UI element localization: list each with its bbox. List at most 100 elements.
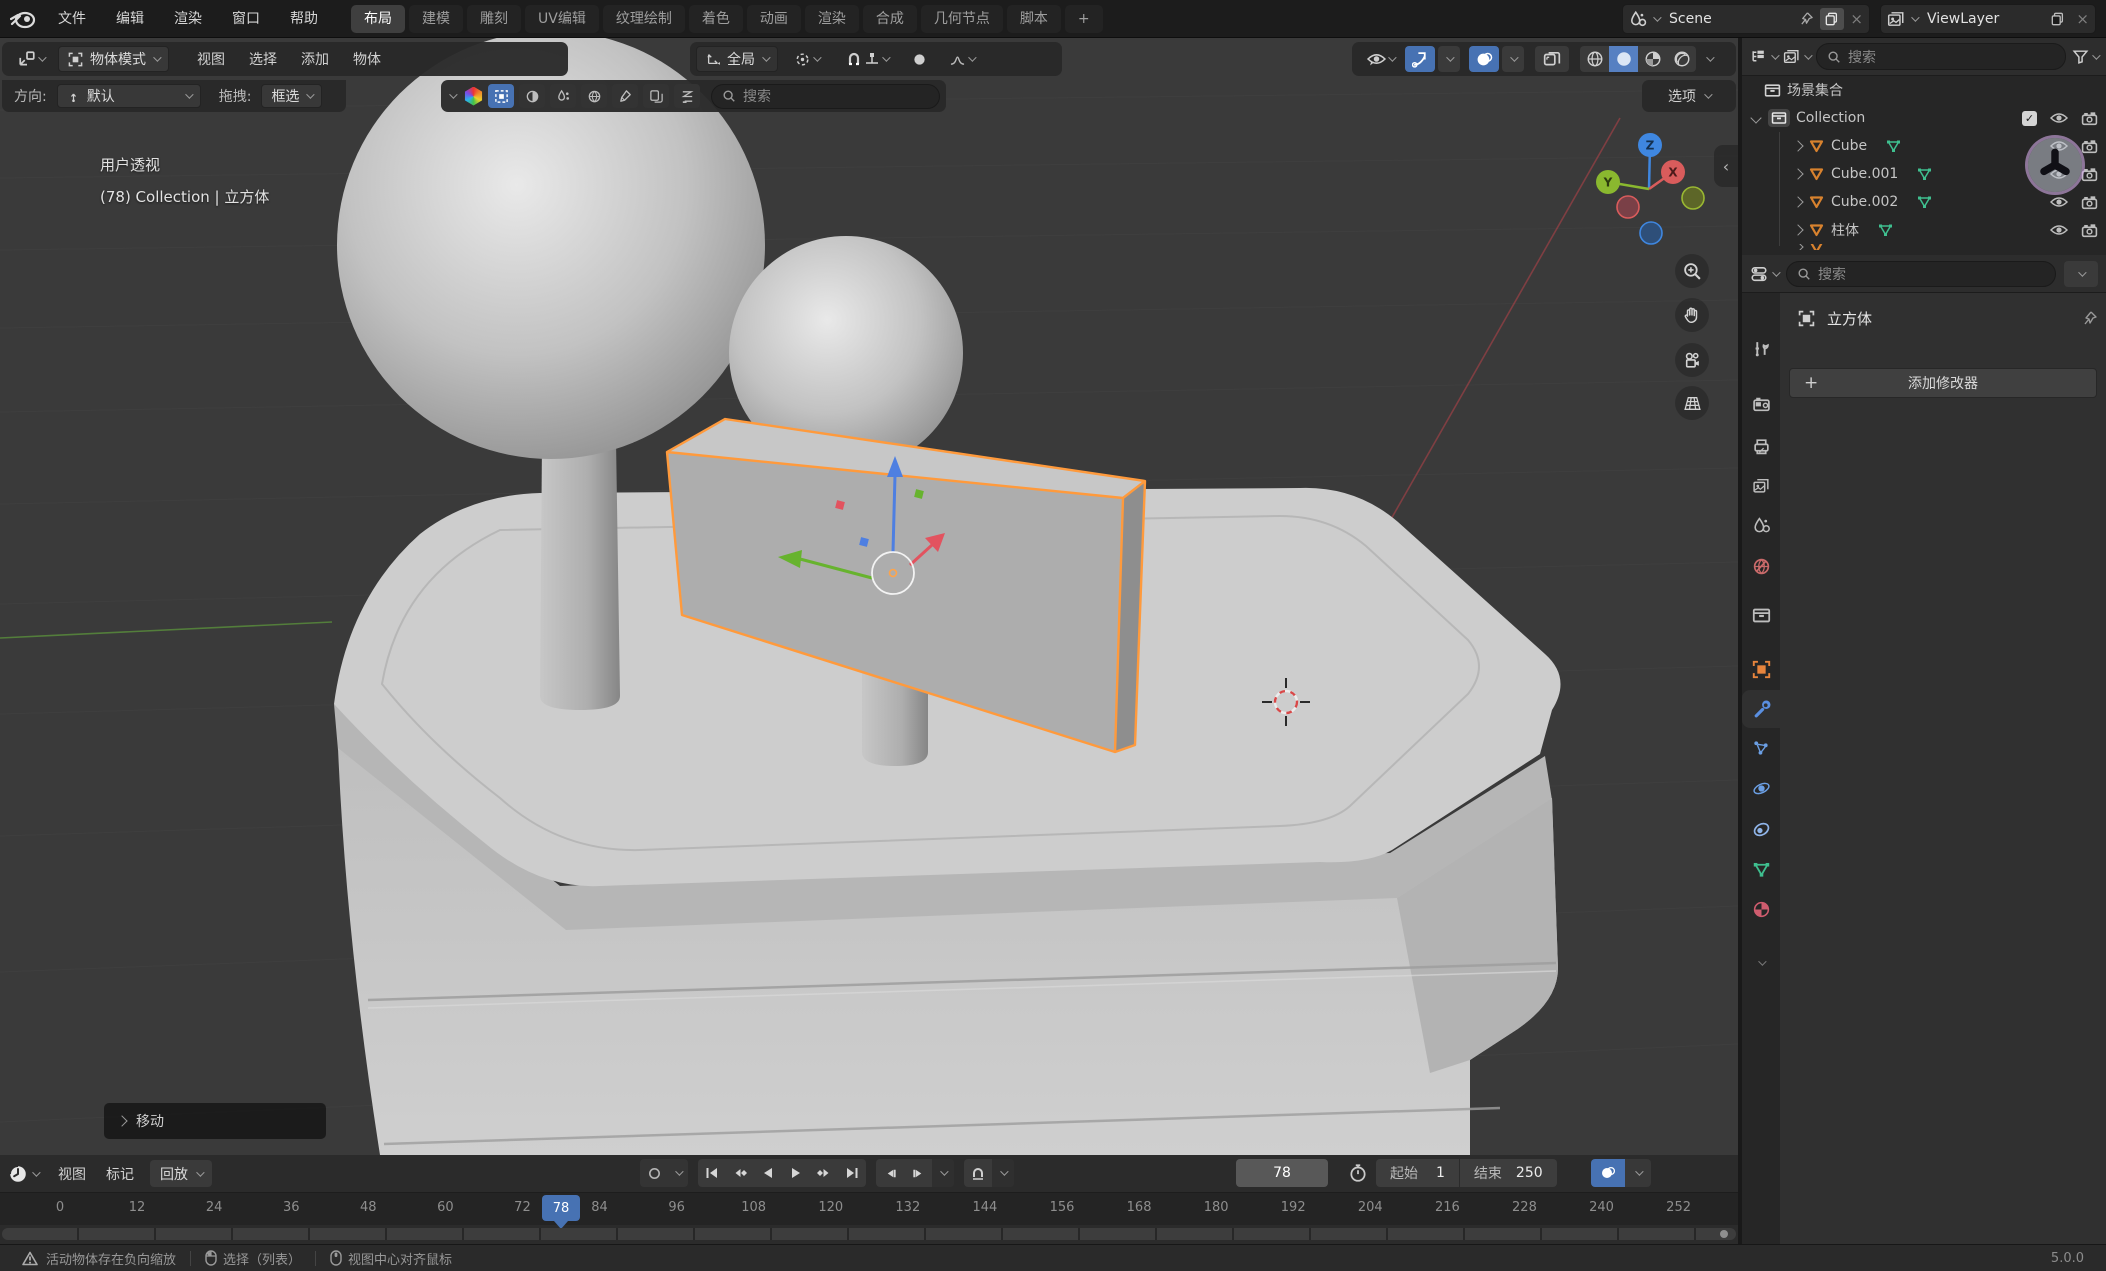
- duplicate-toggle[interactable]: [643, 84, 669, 108]
- expand-chevron-icon[interactable]: [1750, 112, 1761, 123]
- tab-animation[interactable]: 动画: [747, 5, 801, 33]
- tab-column-more-chevron[interactable]: [1742, 944, 1780, 982]
- timeline-editor-type-button[interactable]: [8, 1164, 38, 1184]
- expand-chevron-icon[interactable]: [1792, 140, 1803, 151]
- shading-solid-button[interactable]: [1609, 46, 1638, 72]
- outliner-filter-button[interactable]: [2072, 48, 2098, 65]
- tab-compositing[interactable]: 合成: [863, 5, 917, 33]
- camera-render-icon[interactable]: [2081, 111, 2098, 126]
- menu-add[interactable]: 添加: [291, 49, 339, 69]
- new-scene-button[interactable]: [1820, 8, 1844, 30]
- menu-edit[interactable]: 编辑: [102, 0, 158, 38]
- tab-output[interactable]: [1742, 427, 1780, 465]
- expand-chevron-icon[interactable]: [1792, 224, 1803, 235]
- outliner-row-scene-collection[interactable]: 场景集合: [1742, 76, 2106, 104]
- tab-world[interactable]: [1742, 547, 1780, 585]
- tab-sculpting[interactable]: 雕刻: [467, 5, 521, 33]
- timeline-ruler[interactable]: 0122436486072849610812013214415616818019…: [0, 1192, 1738, 1225]
- tab-scripting[interactable]: 脚本: [1007, 5, 1061, 33]
- timeline-overlay-dropdown[interactable]: [1625, 1159, 1651, 1187]
- operator-panel[interactable]: 移动: [104, 1103, 326, 1139]
- playhead[interactable]: 78: [542, 1195, 580, 1221]
- keying-set-dropdown[interactable]: [668, 1159, 688, 1187]
- tab-object-data[interactable]: [1742, 850, 1780, 888]
- tool-header-collapse-icon[interactable]: [449, 90, 457, 98]
- new-viewlayer-button[interactable]: [2046, 8, 2070, 30]
- breadcrumb-object-name[interactable]: 立方体: [1827, 308, 1872, 329]
- camera-render-icon[interactable]: [2081, 195, 2098, 210]
- outliner-filter-type-button[interactable]: [1783, 48, 1810, 65]
- tab-material[interactable]: [1742, 890, 1780, 928]
- frame-back-button[interactable]: [876, 1159, 904, 1187]
- tab-texture-paint[interactable]: 纹理绘制: [603, 5, 685, 33]
- pan-hand-button[interactable]: [1675, 298, 1709, 332]
- frame-start-field[interactable]: 起始 1: [1376, 1159, 1459, 1187]
- current-frame-field[interactable]: 78: [1236, 1159, 1328, 1187]
- viewlayer-selector[interactable]: ViewLayer ×: [1880, 4, 2096, 34]
- tab-layout[interactable]: 布局: [351, 5, 405, 33]
- frame-jump-dropdown[interactable]: [932, 1159, 954, 1187]
- world-space-toggle[interactable]: [581, 84, 607, 108]
- shading-dropdown[interactable]: [1699, 46, 1719, 72]
- add-modifier-button[interactable]: + 添加修改器: [1789, 368, 2097, 398]
- tab-geometry-nodes[interactable]: 几何节点: [921, 5, 1003, 33]
- tab-view-layer[interactable]: [1742, 466, 1780, 504]
- menu-file[interactable]: 文件: [44, 0, 100, 38]
- use-preview-range-button[interactable]: [1348, 1163, 1368, 1183]
- tab-render[interactable]: [1742, 385, 1780, 423]
- frame-forward-button[interactable]: [904, 1159, 932, 1187]
- menu-object[interactable]: 物体: [343, 49, 391, 69]
- expand-chevron-icon[interactable]: [1792, 196, 1803, 207]
- play-reverse-button[interactable]: [754, 1159, 782, 1187]
- previous-keyframe-button[interactable]: [726, 1159, 754, 1187]
- sidebar-collapse-tab[interactable]: ‹: [1714, 145, 1738, 187]
- navigation-gizmo[interactable]: Z X Y: [1584, 100, 1716, 250]
- unlink-scene-button[interactable]: ×: [1850, 10, 1863, 28]
- gizmos-toggle[interactable]: [1405, 46, 1435, 72]
- menu-select[interactable]: 选择: [239, 49, 287, 69]
- tab-physics[interactable]: [1742, 769, 1780, 807]
- outliner-row-collection[interactable]: Collection ✓: [1742, 104, 2106, 132]
- shading-wireframe-button[interactable]: [1580, 46, 1609, 72]
- play-button[interactable]: [782, 1159, 810, 1187]
- outliner-search-input[interactable]: 搜索: [1816, 43, 2066, 70]
- tab-modeling[interactable]: 建模: [409, 5, 463, 33]
- pivot-point-button[interactable]: [782, 46, 830, 72]
- select-box-toggle[interactable]: [488, 84, 514, 108]
- auto-keying-dropdown[interactable]: [992, 1159, 1014, 1187]
- frame-end-field[interactable]: 结束 250: [1460, 1159, 1557, 1187]
- editor-type-button[interactable]: [8, 46, 54, 72]
- direction-selector[interactable]: 默认: [57, 84, 201, 108]
- add-workspace-button[interactable]: +: [1065, 5, 1103, 33]
- timeline-scrollbar[interactable]: [2, 1228, 1736, 1240]
- eye-icon[interactable]: [2050, 195, 2068, 209]
- properties-options-dropdown[interactable]: [2064, 261, 2098, 287]
- tab-shading[interactable]: 着色: [689, 5, 743, 33]
- pin-icon[interactable]: [2082, 310, 2098, 326]
- timeline-menu-view[interactable]: 视图: [48, 1164, 96, 1184]
- workspace-filter-icon[interactable]: [464, 87, 483, 106]
- eye-icon[interactable]: [2050, 111, 2068, 125]
- tab-rendering[interactable]: 渲染: [805, 5, 859, 33]
- scrollbar-handle-dot[interactable]: [1720, 1230, 1728, 1238]
- tab-object[interactable]: [1742, 650, 1780, 688]
- outliner-row-clipped[interactable]: [1742, 244, 2106, 250]
- remove-viewlayer-button[interactable]: ×: [2076, 10, 2089, 28]
- mode-selector[interactable]: 物体模式: [58, 46, 169, 72]
- jump-to-start-button[interactable]: [698, 1159, 726, 1187]
- tab-uv-editing[interactable]: UV编辑: [525, 5, 599, 33]
- menu-render[interactable]: 渲染: [160, 0, 216, 38]
- scene-selector[interactable]: Scene ×: [1622, 4, 1870, 34]
- zoom-button[interactable]: [1675, 254, 1709, 288]
- transform-orientation-selector[interactable]: 全局: [696, 46, 778, 72]
- camera-render-icon[interactable]: [2081, 223, 2098, 238]
- tool-search-input[interactable]: 搜索: [711, 84, 940, 109]
- keying-set-button[interactable]: [640, 1159, 668, 1187]
- timeline-menu-playback[interactable]: 回放: [150, 1160, 212, 1187]
- shading-material-button[interactable]: [1638, 46, 1667, 72]
- properties-search-input[interactable]: 搜索: [1786, 261, 2056, 287]
- blender-logo-icon[interactable]: [10, 8, 36, 30]
- zigzag-toggle[interactable]: [674, 84, 700, 108]
- menu-view[interactable]: 视图: [187, 49, 235, 69]
- tab-modifiers[interactable]: [1742, 690, 1780, 728]
